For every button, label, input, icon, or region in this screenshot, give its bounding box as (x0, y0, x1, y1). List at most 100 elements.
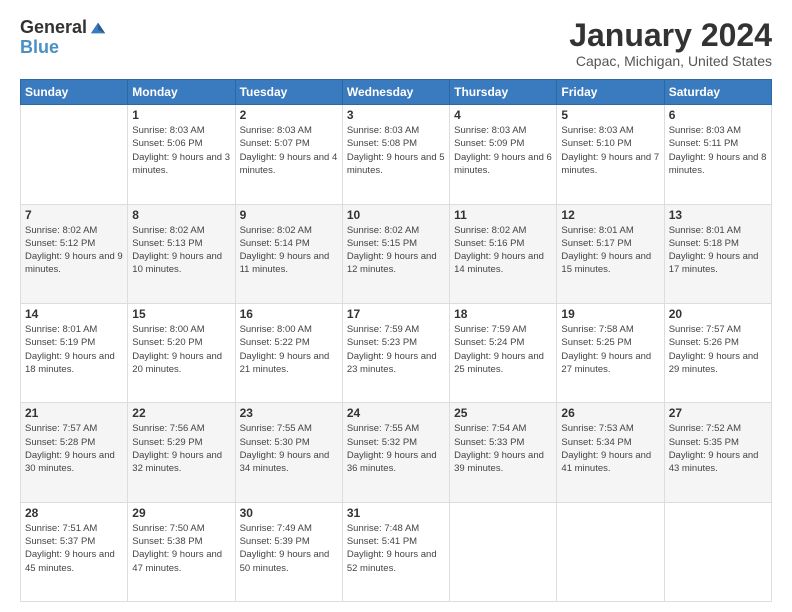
day-info: Sunrise: 7:57 AMSunset: 5:26 PMDaylight:… (669, 323, 767, 376)
day-number: 12 (561, 208, 659, 222)
day-info: Sunrise: 7:56 AMSunset: 5:29 PMDaylight:… (132, 422, 230, 475)
day-info: Sunrise: 8:02 AMSunset: 5:15 PMDaylight:… (347, 224, 445, 277)
day-info: Sunrise: 8:02 AMSunset: 5:13 PMDaylight:… (132, 224, 230, 277)
table-cell (21, 105, 128, 204)
table-cell: 3Sunrise: 8:03 AMSunset: 5:08 PMDaylight… (342, 105, 449, 204)
table-cell: 8 Sunrise: 8:02 AMSunset: 5:13 PMDaylight… (128, 204, 235, 303)
day-number: 8 (132, 208, 230, 222)
table-cell: 25Sunrise: 7:54 AMSunset: 5:33 PMDayligh… (450, 403, 557, 502)
day-number: 30 (240, 506, 338, 520)
day-number: 9 (240, 208, 338, 222)
day-number: 21 (25, 406, 123, 420)
month-title: January 2024 (569, 18, 772, 53)
table-cell: 28 Sunrise: 7:51 AMSunset: 5:37 PMDayligh… (21, 502, 128, 601)
calendar-page: General Blue January 2024 Capac, Michiga… (0, 0, 792, 612)
table-cell: 20 Sunrise: 7:57 AMSunset: 5:26 PMDayligh… (664, 303, 771, 402)
day-info: Sunrise: 8:03 AMSunset: 5:10 PMDaylight:… (561, 124, 659, 177)
day-number: 28 (25, 506, 123, 520)
day-info: Sunrise: 7:49 AMSunset: 5:39 PMDaylight:… (240, 522, 338, 575)
day-number: 7 (25, 208, 123, 222)
table-cell: 9 Sunrise: 8:02 AMSunset: 5:14 PMDaylight… (235, 204, 342, 303)
day-number: 29 (132, 506, 230, 520)
day-info: Sunrise: 8:01 AMSunset: 5:17 PMDaylight:… (561, 224, 659, 277)
day-number: 6 (669, 108, 767, 122)
table-cell (664, 502, 771, 601)
day-number: 23 (240, 406, 338, 420)
col-thursday: Thursday (450, 80, 557, 105)
day-number: 11 (454, 208, 552, 222)
table-cell: 21 Sunrise: 7:57 AMSunset: 5:28 PMDayligh… (21, 403, 128, 502)
logo: General Blue (20, 18, 107, 56)
day-info: Sunrise: 7:48 AMSunset: 5:41 PMDaylight:… (347, 522, 445, 575)
day-info: Sunrise: 8:03 AMSunset: 5:08 PMDaylight:… (347, 124, 445, 177)
col-wednesday: Wednesday (342, 80, 449, 105)
day-number: 24 (347, 406, 445, 420)
week-row-1: 7Sunrise: 8:02 AMSunset: 5:12 PMDaylight… (21, 204, 772, 303)
table-cell: 5Sunrise: 8:03 AMSunset: 5:10 PMDaylight… (557, 105, 664, 204)
day-info: Sunrise: 7:50 AMSunset: 5:38 PMDaylight:… (132, 522, 230, 575)
table-cell: 23 Sunrise: 7:55 AMSunset: 5:30 PMDayligh… (235, 403, 342, 502)
day-number: 20 (669, 307, 767, 321)
day-info: Sunrise: 8:02 AMSunset: 5:14 PMDaylight:… (240, 224, 338, 277)
day-info: Sunrise: 7:54 AMSunset: 5:33 PMDaylight:… (454, 422, 552, 475)
day-info: Sunrise: 7:59 AMSunset: 5:24 PMDaylight:… (454, 323, 552, 376)
col-monday: Monday (128, 80, 235, 105)
day-info: Sunrise: 8:03 AMSunset: 5:06 PMDaylight:… (132, 124, 230, 177)
day-number: 2 (240, 108, 338, 122)
table-cell: 26 Sunrise: 7:53 AMSunset: 5:34 PMDayligh… (557, 403, 664, 502)
col-saturday: Saturday (664, 80, 771, 105)
table-cell: 24 Sunrise: 7:55 AMSunset: 5:32 PMDayligh… (342, 403, 449, 502)
day-info: Sunrise: 7:53 AMSunset: 5:34 PMDaylight:… (561, 422, 659, 475)
table-cell: 10 Sunrise: 8:02 AMSunset: 5:15 PMDayligh… (342, 204, 449, 303)
day-number: 16 (240, 307, 338, 321)
day-info: Sunrise: 7:59 AMSunset: 5:23 PMDaylight:… (347, 323, 445, 376)
title-area: January 2024 Capac, Michigan, United Sta… (569, 18, 772, 69)
day-info: Sunrise: 7:51 AMSunset: 5:37 PMDaylight:… (25, 522, 123, 575)
table-cell: 4Sunrise: 8:03 AMSunset: 5:09 PMDaylight… (450, 105, 557, 204)
table-cell: 29 Sunrise: 7:50 AMSunset: 5:38 PMDayligh… (128, 502, 235, 601)
col-tuesday: Tuesday (235, 80, 342, 105)
day-number: 27 (669, 406, 767, 420)
header-row: Sunday Monday Tuesday Wednesday Thursday… (21, 80, 772, 105)
week-row-0: 1Sunrise: 8:03 AMSunset: 5:06 PMDaylight… (21, 105, 772, 204)
table-cell: 30 Sunrise: 7:49 AMSunset: 5:39 PMDayligh… (235, 502, 342, 601)
table-cell: 22Sunrise: 7:56 AMSunset: 5:29 PMDayligh… (128, 403, 235, 502)
col-sunday: Sunday (21, 80, 128, 105)
calendar-table: Sunday Monday Tuesday Wednesday Thursday… (20, 79, 772, 602)
day-info: Sunrise: 8:01 AMSunset: 5:19 PMDaylight:… (25, 323, 123, 376)
col-friday: Friday (557, 80, 664, 105)
table-cell (450, 502, 557, 601)
day-number: 10 (347, 208, 445, 222)
day-info: Sunrise: 8:00 AMSunset: 5:20 PMDaylight:… (132, 323, 230, 376)
week-row-4: 28 Sunrise: 7:51 AMSunset: 5:37 PMDayligh… (21, 502, 772, 601)
table-cell: 11Sunrise: 8:02 AMSunset: 5:16 PMDayligh… (450, 204, 557, 303)
table-cell: 1Sunrise: 8:03 AMSunset: 5:06 PMDaylight… (128, 105, 235, 204)
day-number: 4 (454, 108, 552, 122)
table-cell: 15Sunrise: 8:00 AMSunset: 5:20 PMDayligh… (128, 303, 235, 402)
day-info: Sunrise: 8:00 AMSunset: 5:22 PMDaylight:… (240, 323, 338, 376)
day-number: 14 (25, 307, 123, 321)
day-number: 18 (454, 307, 552, 321)
day-number: 19 (561, 307, 659, 321)
table-cell: 12 Sunrise: 8:01 AMSunset: 5:17 PMDayligh… (557, 204, 664, 303)
table-cell: 27 Sunrise: 7:52 AMSunset: 5:35 PMDayligh… (664, 403, 771, 502)
week-row-2: 14 Sunrise: 8:01 AMSunset: 5:19 PMDayligh… (21, 303, 772, 402)
day-number: 31 (347, 506, 445, 520)
day-number: 26 (561, 406, 659, 420)
table-cell: 2Sunrise: 8:03 AMSunset: 5:07 PMDaylight… (235, 105, 342, 204)
week-row-3: 21 Sunrise: 7:57 AMSunset: 5:28 PMDayligh… (21, 403, 772, 502)
day-info: Sunrise: 8:03 AMSunset: 5:11 PMDaylight:… (669, 124, 767, 177)
day-info: Sunrise: 8:01 AMSunset: 5:18 PMDaylight:… (669, 224, 767, 277)
logo-icon (89, 19, 107, 37)
day-info: Sunrise: 7:55 AMSunset: 5:30 PMDaylight:… (240, 422, 338, 475)
day-number: 17 (347, 307, 445, 321)
day-info: Sunrise: 7:58 AMSunset: 5:25 PMDaylight:… (561, 323, 659, 376)
table-cell: 14 Sunrise: 8:01 AMSunset: 5:19 PMDayligh… (21, 303, 128, 402)
table-cell: 31 Sunrise: 7:48 AMSunset: 5:41 PMDayligh… (342, 502, 449, 601)
day-info: Sunrise: 7:57 AMSunset: 5:28 PMDaylight:… (25, 422, 123, 475)
header: General Blue January 2024 Capac, Michiga… (20, 18, 772, 69)
table-cell: 7Sunrise: 8:02 AMSunset: 5:12 PMDaylight… (21, 204, 128, 303)
day-info: Sunrise: 7:55 AMSunset: 5:32 PMDaylight:… (347, 422, 445, 475)
day-info: Sunrise: 7:52 AMSunset: 5:35 PMDaylight:… (669, 422, 767, 475)
table-cell: 16 Sunrise: 8:00 AMSunset: 5:22 PMDayligh… (235, 303, 342, 402)
